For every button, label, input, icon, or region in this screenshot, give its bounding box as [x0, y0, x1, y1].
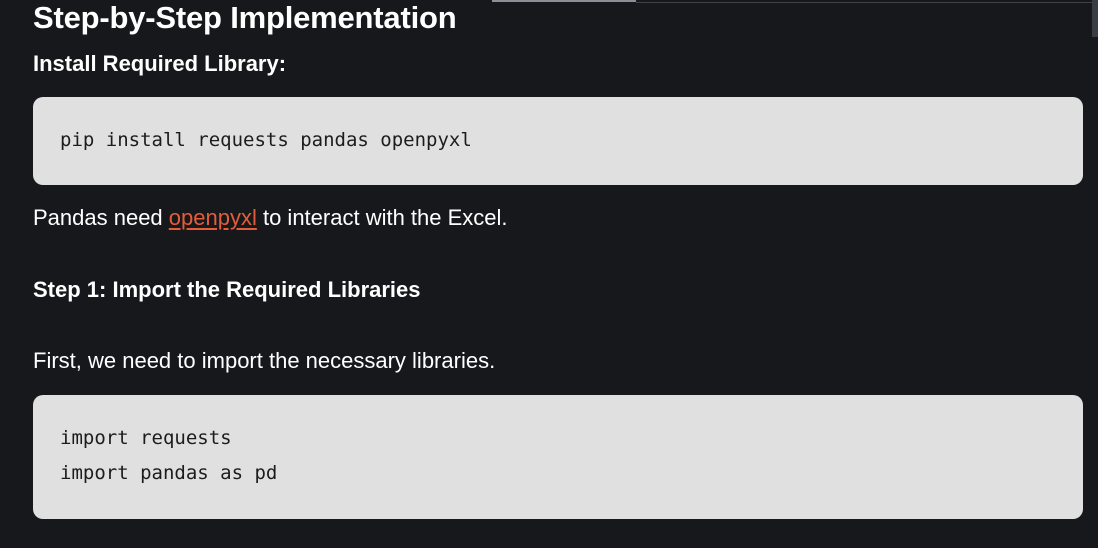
install-heading: Install Required Library: — [33, 51, 287, 76]
code-line: import requests — [60, 427, 232, 449]
top-thin-divider — [636, 2, 1092, 3]
step1-heading: Step 1: Import the Required Libraries — [33, 277, 421, 302]
install-code-block[interactable]: pip install requests pandas openpyxl — [33, 97, 1083, 185]
step1-code-block[interactable]: import requests import pandas as pd — [33, 395, 1083, 519]
scrollbar-thumb[interactable] — [1092, 0, 1098, 37]
top-divider — [492, 0, 636, 2]
install-note: Pandas need openpyxl to interact with th… — [33, 204, 508, 232]
openpyxl-link[interactable]: openpyxl — [169, 205, 257, 230]
step1-description: First, we need to import the necessary l… — [33, 348, 496, 373]
code-line: pip install requests pandas openpyxl — [60, 129, 472, 151]
code-line: import pandas as pd — [60, 462, 278, 484]
install-note-before: Pandas need — [33, 205, 169, 230]
section-title: Step-by-Step Implementation — [33, 0, 457, 35]
install-note-after: to interact with the Excel. — [256, 205, 508, 230]
